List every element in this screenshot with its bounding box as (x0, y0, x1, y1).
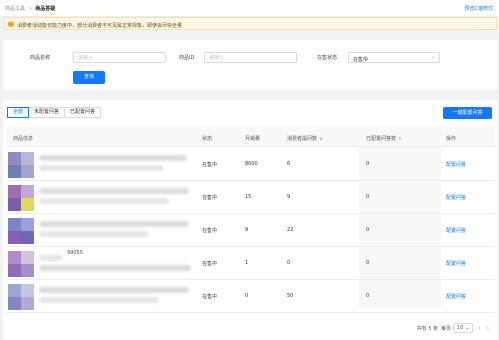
warning-icon: ! (8, 21, 14, 27)
query-button[interactable]: 查询 (73, 71, 105, 84)
table-row: 99055 在售中 1 0 0 配置问答 (7, 247, 495, 280)
notice-banner: ! 消费者活动能也能力度中，部分消费者不可见属正常现象，即使会尽快全量 (3, 17, 497, 30)
configure-qa-link[interactable]: 配置问答 (446, 194, 466, 201)
chevron-down-icon: ⌄ (430, 54, 435, 60)
product-thumbnail[interactable] (8, 251, 34, 277)
product-thumbnail[interactable] (8, 284, 34, 310)
row-status: 在售中 (202, 294, 218, 300)
sale-status-label: 在售状态 (317, 55, 338, 61)
table-row: 在售中 9 22 0 配置问答 (7, 214, 495, 247)
chevron-down-icon: ⌄ (464, 325, 470, 331)
filter-panel: 商品名称 商品ID 在售状态 在售中 ⌄ 查询 (3, 40, 497, 90)
header-question-count-label: 消费者提问数 (287, 135, 318, 142)
batch-configure-button[interactable]: 一键配置问答 (443, 107, 492, 119)
page-size-value: 10 (457, 325, 464, 331)
row-status: 在售中 (202, 261, 218, 267)
product-list-panel: 全部 未配置问答 已配置问答 一键配置问答 商品信息 状态 月销量 消费者提问数… (3, 100, 497, 340)
row-status: 在售中 (202, 228, 218, 234)
product-subtitle-blurred (39, 231, 149, 237)
table-row: 在售中 8000 6 0 配置问答 (7, 148, 495, 181)
row-sales: 9 (245, 227, 249, 233)
product-title-blurred (39, 265, 191, 271)
product-subtitle-blurred (39, 165, 164, 171)
product-thumbnail[interactable] (8, 218, 34, 244)
product-title-blurred (39, 287, 189, 293)
product-subtitle-blurred (39, 297, 159, 303)
row-question-count: 9 (287, 194, 291, 200)
preview-c-style-link[interactable]: 预览C端样式 (465, 5, 494, 12)
tab-all[interactable]: 全部 (7, 107, 30, 118)
breadcrumb: 商品工具 > 商品答疑 (5, 5, 55, 12)
product-title-blurred (39, 188, 189, 194)
header-product-info: 商品信息 (13, 135, 34, 142)
breadcrumb-separator: > (28, 6, 33, 12)
page-size-select[interactable]: 10 ⌄ (453, 323, 474, 333)
row-question-count: 22 (287, 227, 294, 233)
header-status: 状态 (202, 135, 213, 142)
header-action: 操作 (446, 135, 457, 142)
configure-qa-link[interactable]: 配置问答 (446, 260, 466, 267)
row-configured-count: 0 (366, 194, 370, 200)
header-monthly-sales: 月销量 (245, 135, 261, 142)
product-title-blurred (39, 221, 189, 227)
table-header: 商品信息 状态 月销量 消费者提问数 ⇅ 已配置问答数 ⇅ 操作 (7, 127, 495, 147)
sale-status-value: 在售中 (353, 56, 369, 63)
row-configured-count: 0 (366, 293, 370, 299)
product-name-input[interactable] (73, 52, 166, 63)
total-count: 共有 5 条 (416, 325, 438, 332)
top-bar: 商品工具 > 商品答疑 预览C端样式 (0, 0, 499, 17)
page-size-label: 每页 (441, 325, 452, 332)
row-question-count: 50 (287, 293, 294, 299)
product-id-input[interactable] (204, 52, 297, 63)
row-status: 在售中 (202, 162, 218, 168)
breadcrumb-parent[interactable]: 商品工具 (5, 6, 25, 12)
configure-qa-link[interactable]: 配置问答 (446, 227, 466, 234)
filter-tabs: 全部 未配置问答 已配置问答 (7, 107, 102, 118)
header-question-count[interactable]: 消费者提问数 ⇅ (287, 135, 322, 142)
row-configured-count: 0 (366, 260, 370, 266)
tab-unconfigured[interactable]: 未配置问答 (28, 107, 66, 118)
configure-qa-link[interactable]: 配置问答 (446, 161, 466, 168)
configure-qa-link[interactable]: 配置问答 (446, 293, 466, 300)
product-title-blurred (39, 155, 187, 161)
product-subtitle-blurred (39, 255, 63, 261)
row-sales: 0 (245, 293, 249, 299)
row-sales: 15 (245, 194, 252, 200)
row-question-count: 6 (287, 161, 291, 167)
product-thumbnail[interactable] (8, 152, 34, 178)
row-status: 在售中 (202, 195, 218, 201)
sale-status-select[interactable]: 在售中 ⌄ (348, 52, 440, 63)
row-sales: 1 (245, 260, 249, 266)
product-thumbnail[interactable] (8, 185, 34, 211)
tab-configured[interactable]: 已配置问答 (64, 107, 102, 118)
row-configured-count: 0 (366, 161, 370, 167)
product-id-label: 商品ID (179, 55, 195, 61)
table-row: 在售中 15 9 0 配置问答 (7, 181, 495, 214)
table-row: 在售中 0 50 0 配置问答 (7, 280, 495, 313)
sort-icon[interactable]: ⇅ (398, 136, 401, 141)
product-id: 99055 (67, 250, 83, 256)
header-configured-count-label: 已配置问答数 (366, 135, 397, 142)
sort-icon[interactable]: ⇅ (319, 136, 322, 141)
next-page-icon[interactable]: › (487, 325, 489, 332)
product-name-label: 商品名称 (30, 55, 51, 61)
prev-page-icon[interactable]: ‹ (478, 325, 480, 332)
row-sales: 8000 (245, 161, 258, 167)
header-configured-count[interactable]: 已配置问答数 ⇅ (366, 135, 401, 142)
breadcrumb-current: 商品答疑 (35, 6, 56, 12)
product-subtitle-blurred (39, 198, 169, 204)
row-question-count: 0 (287, 260, 291, 266)
notice-text: 消费者活动能也能力度中，部分消费者不可见属正常现象，即使会尽快全量 (17, 22, 183, 29)
pagination: 共有 5 条 每页 10 ⌄ ‹ › (417, 322, 492, 334)
row-configured-count: 0 (366, 227, 370, 233)
